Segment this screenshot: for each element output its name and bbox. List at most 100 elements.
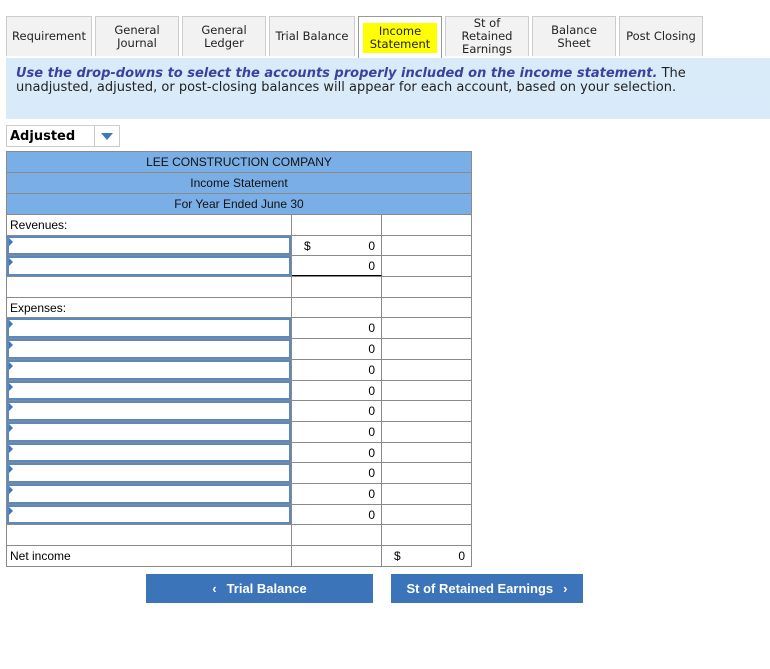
instructions: Use the drop-downs to select the account… xyxy=(6,58,770,119)
expense-row: 0 xyxy=(6,380,472,402)
amount-cell: 0 xyxy=(292,421,382,442)
amount-value: 0 xyxy=(368,466,375,481)
expense-row: 0 xyxy=(6,483,472,505)
tab-income-statement[interactable]: Income Statement xyxy=(358,16,442,59)
net-income-row: Net income $0 xyxy=(6,546,472,567)
label-cell[interactable] xyxy=(7,380,292,401)
label-cell[interactable] xyxy=(7,442,292,463)
label-cell xyxy=(7,525,292,545)
tab-label: Requirement xyxy=(12,29,86,43)
instructions-bold: Use the drop-downs to select the account… xyxy=(16,66,658,81)
total-cell xyxy=(382,318,472,339)
account-dropdown[interactable] xyxy=(7,483,291,504)
amount-cell: 0 xyxy=(292,359,382,380)
expense-row: 0 xyxy=(6,421,472,443)
tab-general-journal[interactable]: General Journal xyxy=(95,16,179,56)
account-dropdown[interactable] xyxy=(7,359,291,380)
chevron-left-icon: ‹ xyxy=(212,581,217,596)
currency-sign: $ xyxy=(304,238,311,253)
amount-value: 0 xyxy=(368,383,375,398)
amount-cell xyxy=(292,525,382,545)
label-cell: Expenses: xyxy=(7,297,292,318)
amount-cell: 0 xyxy=(292,401,382,421)
account-dropdown[interactable] xyxy=(7,256,291,277)
account-dropdown[interactable] xyxy=(7,421,291,442)
label-cell[interactable] xyxy=(7,339,292,359)
tab-requirement[interactable]: Requirement xyxy=(6,16,92,56)
account-dropdown[interactable] xyxy=(7,401,291,421)
total-cell xyxy=(382,483,472,504)
label-cell xyxy=(7,277,292,297)
currency-sign: $ xyxy=(394,549,401,563)
label-cell[interactable] xyxy=(7,318,292,339)
tab-balance-sheet[interactable]: Balance Sheet xyxy=(532,16,616,56)
amount-cell: 0 xyxy=(292,256,382,277)
label-cell[interactable] xyxy=(7,483,292,504)
dropdown-value: Adjusted xyxy=(10,128,76,144)
tab-post-closing[interactable]: Post Closing xyxy=(619,16,703,56)
label-cell[interactable] xyxy=(7,421,292,442)
amount-cell: $0 xyxy=(292,235,382,256)
label-cell[interactable] xyxy=(7,235,292,256)
expense-row: 0 xyxy=(6,339,472,360)
tab-label: General Journal xyxy=(114,22,160,50)
amount-value: 0 xyxy=(368,445,375,460)
tab-trial-balance[interactable]: Trial Balance xyxy=(269,16,355,56)
label-cell[interactable] xyxy=(7,359,292,380)
tab-label: General Ledger xyxy=(201,22,247,50)
blank-row xyxy=(6,277,472,298)
amount-value: 0 xyxy=(368,238,375,253)
account-dropdown[interactable] xyxy=(7,339,291,359)
amount-cell: 0 xyxy=(292,504,382,525)
total-cell xyxy=(382,401,472,421)
tab-label: St of Retained Earnings xyxy=(461,16,513,56)
expense-row: 0 xyxy=(6,442,472,464)
account-dropdown[interactable] xyxy=(7,235,291,256)
account-dropdown[interactable] xyxy=(7,442,291,463)
next-retained-earnings-button[interactable]: St of Retained Earnings › xyxy=(391,574,583,603)
account-dropdown[interactable] xyxy=(7,380,291,401)
company-name: LEE CONSTRUCTION COMPANY xyxy=(6,151,472,172)
total-cell xyxy=(382,339,472,359)
tab-label: Balance Sheet xyxy=(551,22,597,50)
amount-value: 0 xyxy=(368,424,375,439)
total-cell xyxy=(382,215,472,235)
expense-row: 0 xyxy=(6,463,472,484)
tab-st-of-retained-earnings[interactable]: St of Retained Earnings xyxy=(445,16,529,56)
account-dropdown[interactable] xyxy=(7,463,291,483)
expense-row: 0 xyxy=(6,504,472,526)
expenses-header: Expenses: xyxy=(6,297,472,319)
total-cell xyxy=(382,421,472,442)
amount-value: 0 xyxy=(368,404,375,419)
amount-cell: 0 xyxy=(292,380,382,401)
statement-title: Income Statement xyxy=(6,172,472,193)
blank-row xyxy=(6,525,472,546)
total-cell xyxy=(382,277,472,297)
revenues-header: Revenues: xyxy=(6,215,472,236)
total-cell: $0 xyxy=(382,546,472,566)
label-cell[interactable] xyxy=(7,463,292,483)
prev-trial-balance-button[interactable]: ‹ Trial Balance xyxy=(146,574,373,603)
amount-value: 0 xyxy=(368,486,375,501)
total-cell xyxy=(382,442,472,463)
tab-label: Income Statement xyxy=(363,23,437,53)
label-cell[interactable] xyxy=(7,401,292,421)
total-cell xyxy=(382,380,472,401)
revenue-row: 0 xyxy=(6,256,472,278)
total-cell xyxy=(382,504,472,525)
label-cell[interactable] xyxy=(7,504,292,525)
amount-value: 0 xyxy=(368,342,375,357)
balance-type-dropdown[interactable]: Adjusted xyxy=(6,125,120,147)
account-dropdown[interactable] xyxy=(7,318,291,339)
tab-bar: Requirement General Journal General Ledger… xyxy=(6,16,703,59)
amount-cell: 0 xyxy=(292,442,382,463)
total-cell xyxy=(382,297,472,318)
chevron-right-icon: › xyxy=(563,581,568,596)
label-cell[interactable] xyxy=(7,256,292,277)
expense-row: 0 xyxy=(6,359,472,381)
tab-general-ledger[interactable]: General Ledger xyxy=(182,16,266,56)
next-label: St of Retained Earnings xyxy=(406,581,554,596)
income-statement-table: LEE CONSTRUCTION COMPANY Income Statemen… xyxy=(6,151,472,567)
amount-value: 0 xyxy=(368,321,375,336)
account-dropdown[interactable] xyxy=(7,504,291,525)
